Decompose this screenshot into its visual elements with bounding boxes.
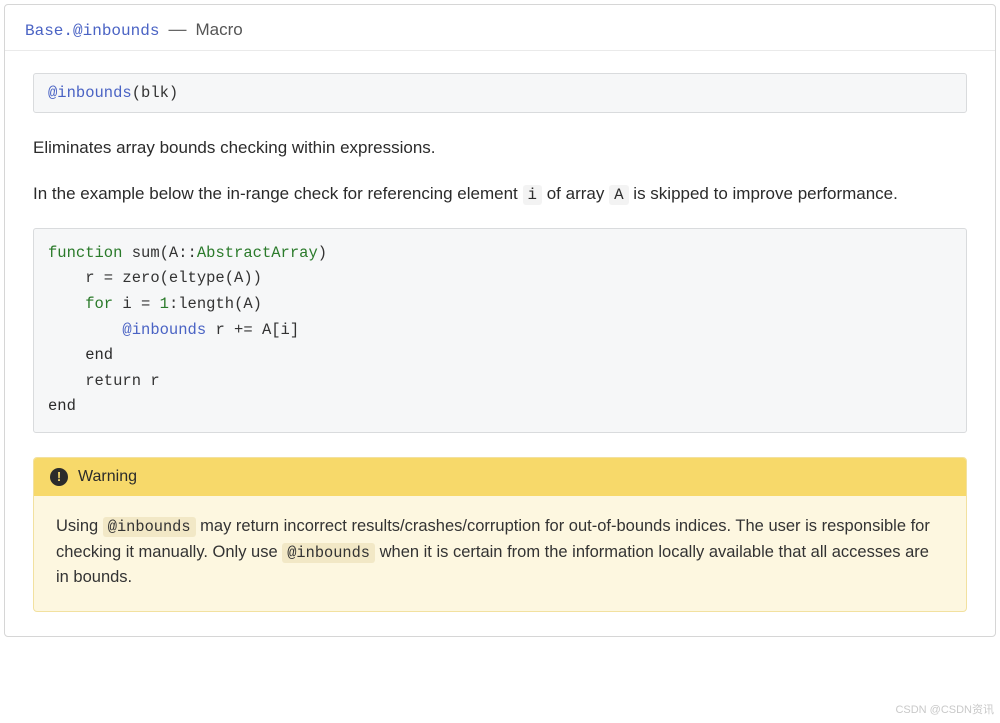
- docstring-header: Base.@inbounds — Macro: [5, 5, 995, 51]
- signature-block: @inbounds(blk): [33, 73, 967, 113]
- inline-code-i: i: [523, 185, 542, 205]
- code-keyword-function: function: [48, 244, 122, 262]
- docstring-binding-link[interactable]: Base.@inbounds: [25, 22, 159, 40]
- docstring-container: Base.@inbounds — Macro @inbounds(blk) El…: [4, 4, 996, 637]
- warning-header: ! Warning: [34, 458, 966, 496]
- code-indent: [48, 321, 122, 339]
- code-number: 1: [160, 295, 169, 313]
- inline-code-inbounds: @inbounds: [282, 543, 375, 563]
- code-text: r += A[i]: [206, 321, 299, 339]
- header-separator: —: [168, 19, 186, 39]
- text-fragment: of array: [542, 184, 609, 203]
- code-example-block: function sum(A::AbstractArray) r = zero(…: [33, 228, 967, 433]
- docstring-body: @inbounds(blk) Eliminates array bounds c…: [5, 51, 995, 636]
- code-text: ): [318, 244, 327, 262]
- code-text: :length(A): [169, 295, 262, 313]
- code-line: r = zero(eltype(A)): [48, 269, 262, 287]
- code-keyword-end: end: [48, 397, 76, 415]
- text-fragment: In the example below the in-range check …: [33, 184, 523, 203]
- code-type-abstractarray: AbstractArray: [197, 244, 318, 262]
- warning-title: Warning: [78, 468, 137, 486]
- warning-admonition: ! Warning Using @inbounds may return inc…: [33, 457, 967, 612]
- text-fragment: Using: [56, 517, 103, 535]
- paragraph-example-intro: In the example below the in-range check …: [33, 181, 967, 208]
- code-text: sum(A::: [122, 244, 196, 262]
- watermark: CSDN @CSDN资讯: [895, 701, 994, 717]
- warning-icon: !: [50, 468, 68, 486]
- inline-code-inbounds: @inbounds: [103, 517, 196, 537]
- signature-macro-name: @inbounds: [48, 84, 132, 102]
- signature-args: (blk): [132, 84, 179, 102]
- inline-code-a: A: [609, 185, 628, 205]
- code-text: i =: [113, 295, 160, 313]
- code-line: return r: [48, 372, 160, 390]
- text-fragment: is skipped to improve performance.: [629, 184, 898, 203]
- code-keyword-for: for: [48, 295, 113, 313]
- warning-body: Using @inbounds may return incorrect res…: [34, 496, 966, 611]
- code-macro-inbounds: @inbounds: [122, 321, 206, 339]
- docstring-type-label: Macro: [195, 20, 242, 39]
- paragraph-description: Eliminates array bounds checking within …: [33, 135, 967, 161]
- code-keyword-end: end: [48, 346, 113, 364]
